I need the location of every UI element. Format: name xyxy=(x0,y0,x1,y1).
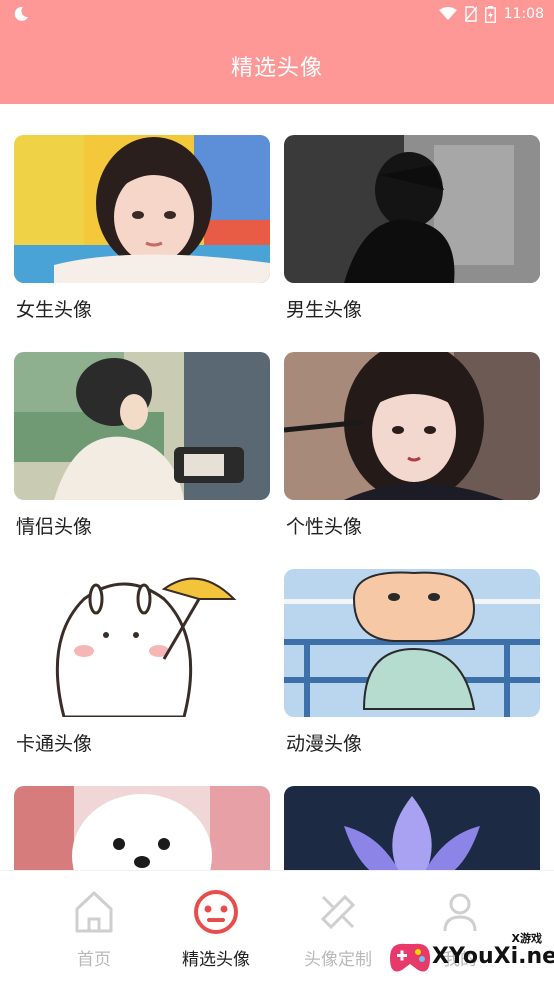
face-icon xyxy=(194,890,238,934)
page-title: 精选头像 xyxy=(230,56,323,81)
nav-customize[interactable]: 头像定制 xyxy=(278,889,398,979)
category-label: 动漫头像 xyxy=(286,733,363,755)
category-card-girl[interactable]: 女生头像 xyxy=(14,135,270,321)
status-bar: 11:08 xyxy=(0,0,554,28)
nav-featured[interactable]: 精选头像 xyxy=(156,889,276,979)
no-sim-icon xyxy=(464,6,477,22)
personality-avatar-photo xyxy=(284,352,540,500)
category-label: 情侣头像 xyxy=(16,516,93,538)
status-time: 11:08 xyxy=(503,6,544,22)
nav-home[interactable]: 首页 xyxy=(34,889,154,979)
category-card-anime[interactable]: 动漫头像 xyxy=(284,569,540,755)
nav-label: 首页 xyxy=(77,950,111,970)
wifi-icon xyxy=(438,7,457,20)
category-label: 女生头像 xyxy=(16,299,93,321)
customize-icon xyxy=(320,894,356,930)
category-grid: 女生头像 男生头像 情侣头像 个性头像 卡通头像 动漫头像 xyxy=(0,104,554,870)
girl-avatar-photo xyxy=(14,135,270,283)
moon-icon xyxy=(14,6,28,21)
category-card-puppy[interactable] xyxy=(14,786,270,870)
cartoon-avatar-illustration xyxy=(14,569,270,717)
category-card-couple[interactable]: 情侣头像 xyxy=(14,352,270,538)
puppy-photo xyxy=(14,786,270,870)
nav-label: 精选头像 xyxy=(182,950,250,970)
category-label: 卡通头像 xyxy=(16,733,93,755)
category-card-personality[interactable]: 个性头像 xyxy=(284,352,540,538)
category-card-lotus[interactable] xyxy=(284,786,540,870)
category-card-boy[interactable]: 男生头像 xyxy=(284,135,540,321)
gamepad-logo-icon xyxy=(390,943,430,972)
anime-avatar-illustration xyxy=(284,569,540,717)
category-label: 男生头像 xyxy=(286,299,363,321)
watermark-logo: X游戏 XYouXi.net xyxy=(382,928,554,986)
app-header: 精选头像 xyxy=(0,28,554,104)
category-card-cartoon[interactable]: 卡通头像 xyxy=(14,569,270,755)
nav-label: 头像定制 xyxy=(304,950,372,970)
lotus-flower-photo xyxy=(284,786,540,870)
boy-avatar-photo xyxy=(284,135,540,283)
battery-icon xyxy=(484,5,496,23)
watermark-text: XYouXi.net xyxy=(432,944,554,969)
couple-avatar-illustration xyxy=(14,352,270,500)
category-label: 个性头像 xyxy=(286,516,363,538)
home-icon xyxy=(75,891,113,933)
